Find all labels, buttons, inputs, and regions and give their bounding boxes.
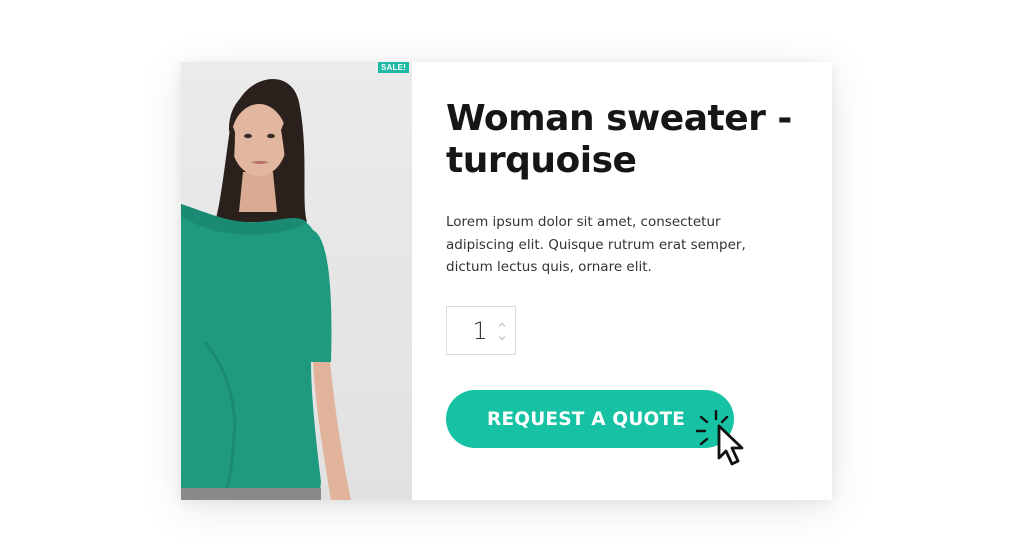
chevron-down-icon[interactable] — [497, 333, 507, 343]
product-title: Woman sweater - turquoise — [446, 98, 792, 181]
mouse-pointer-click-icon — [695, 410, 744, 466]
chevron-up-icon[interactable] — [497, 320, 507, 330]
sale-badge: SALE! — [378, 62, 409, 73]
product-description: Lorem ipsum dolor sit amet, consectetur … — [446, 214, 746, 275]
product-details: Woman sweater - turquoise Lorem ipsum do… — [412, 62, 832, 500]
product-image: SALE! — [181, 62, 412, 500]
request-quote-button[interactable]: REQUEST A QUOTE — [446, 390, 734, 448]
model-illustration — [181, 78, 351, 500]
quantity-input[interactable] — [447, 307, 509, 354]
quantity-stepper[interactable] — [446, 306, 516, 355]
